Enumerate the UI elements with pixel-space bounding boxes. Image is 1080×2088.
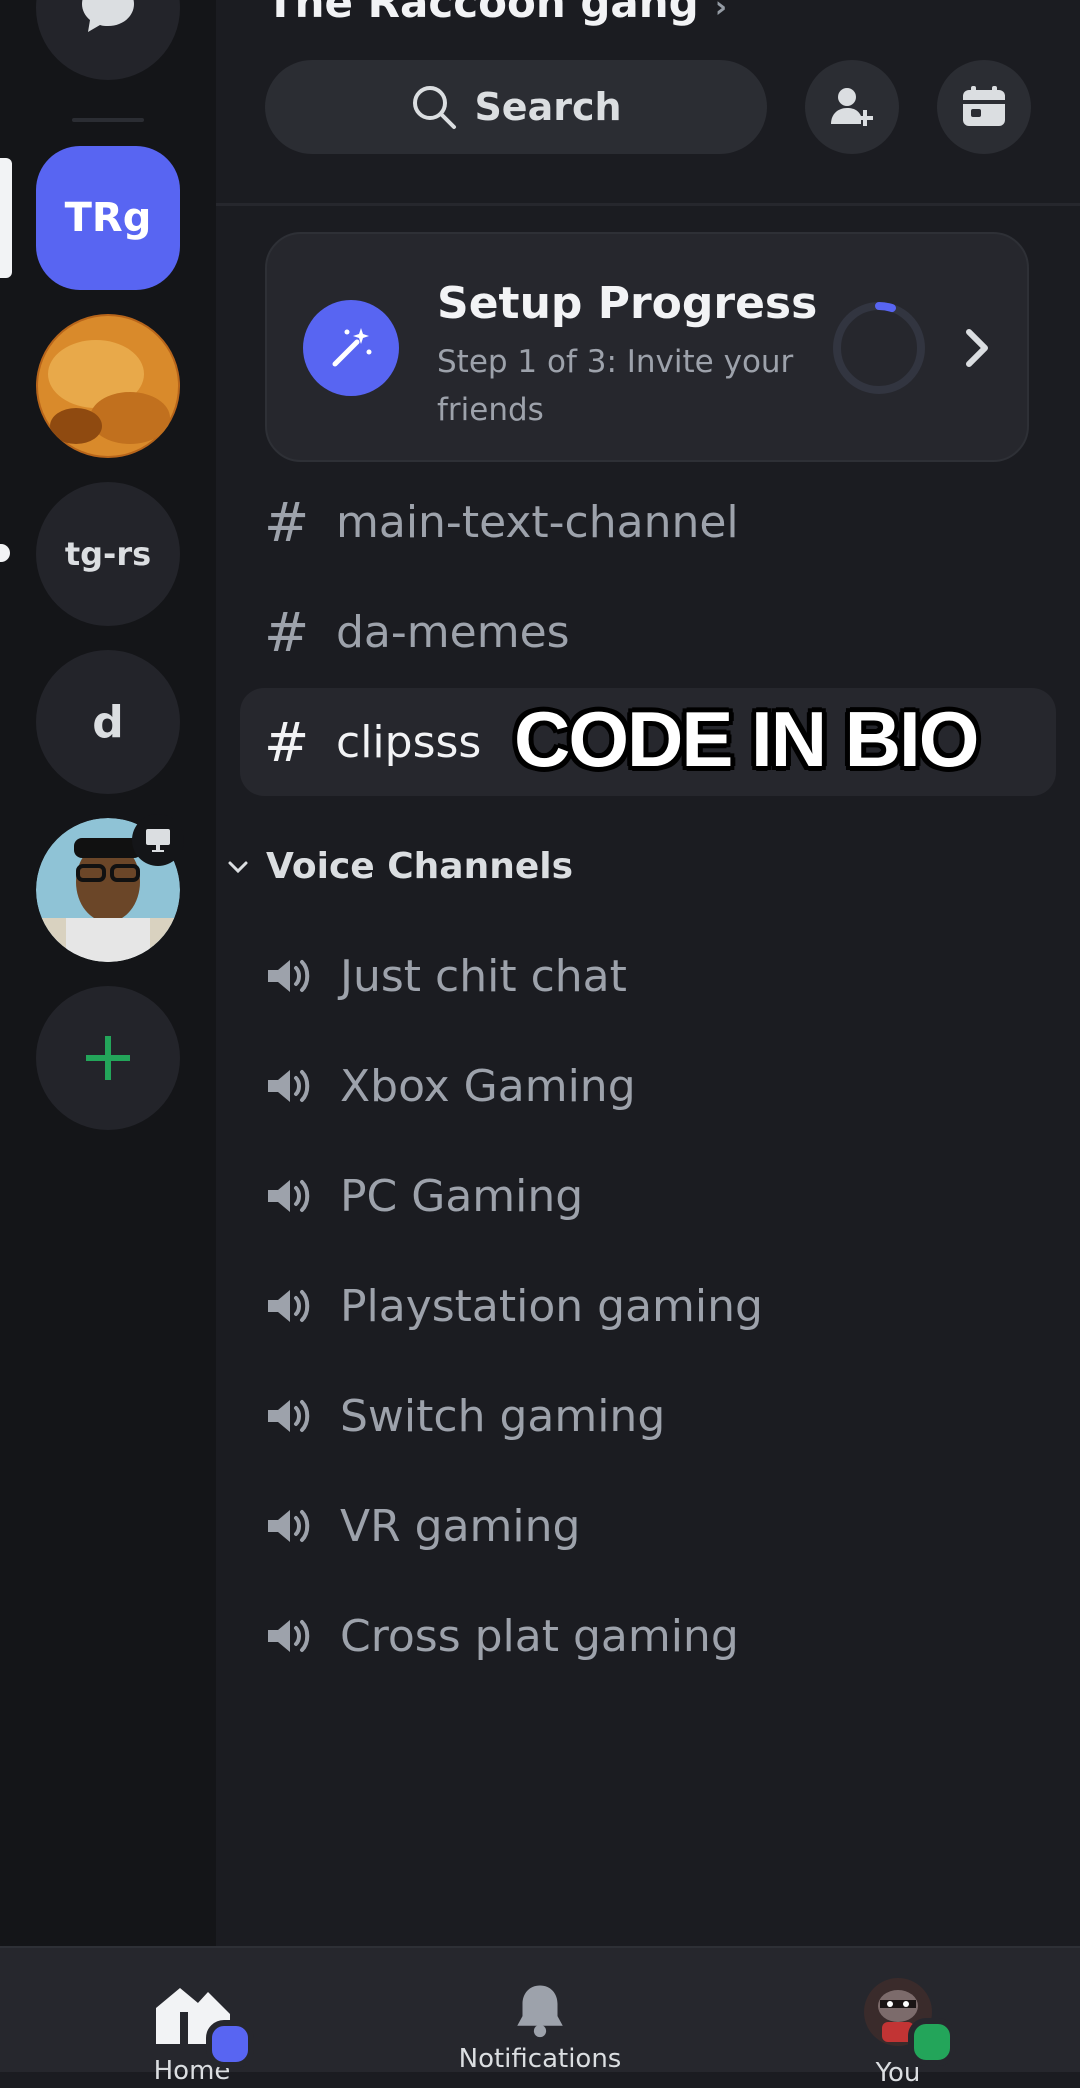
voice-channel-item[interactable]: Cross plat gaming [264,1588,739,1684]
monitor-icon [146,829,170,852]
server-tg-rs[interactable]: tg-rs [36,482,180,626]
voice-channel-item[interactable]: PC Gaming [264,1148,583,1244]
add-server-button[interactable] [36,986,180,1130]
chevron-right-icon: › [714,0,728,25]
voice-channel-item[interactable]: VR gaming [264,1478,580,1574]
voice-channel-label: Playstation gaming [340,1280,763,1332]
online-status-badge [908,2018,956,2066]
voice-channel-item[interactable]: Playstation gaming [264,1258,763,1354]
invite-members-button[interactable] [805,60,899,154]
setup-title: Setup Progress [437,278,818,329]
nav-notifications[interactable]: Notifications [440,1948,640,2074]
search-icon [413,86,457,129]
search-button[interactable]: Search [265,60,767,154]
server-d[interactable]: d [36,650,180,794]
progress-ring [833,302,925,394]
speaker-icon [268,1510,310,1542]
chat-bubble-icon [82,0,134,32]
voice-channel-label: Just chit chat [340,950,627,1002]
voice-channel-item[interactable]: Xbox Gaming [264,1038,636,1134]
server-cartoon-avatar[interactable] [36,814,184,962]
voice-channel-item[interactable]: Switch gaming [264,1368,665,1464]
screen-share-badge [132,814,184,866]
voice-category-label: Voice Channels [266,846,574,887]
hash-icon: # [264,600,310,664]
unread-indicator [0,544,10,562]
voice-channel-label: Switch gaming [340,1390,666,1442]
server-potato-avatar[interactable] [36,314,180,458]
speaker-icon [268,1180,310,1212]
speaker-icon [268,960,310,992]
magic-wand-icon [332,328,372,367]
server-name-header[interactable]: The Raccoon gang › [266,0,727,27]
voice-category-header[interactable]: Voice Channels [224,846,573,887]
bottom-nav: Home Notifications You [0,1946,1080,2088]
nav-home[interactable]: Home [92,1948,292,2086]
plus-icon [86,1036,130,1080]
chevron-right-icon [966,329,988,367]
speaker-icon [268,1620,310,1652]
channel-da-memes[interactable]: # da-memes [240,578,1056,686]
nav-you[interactable]: You [798,1948,998,2088]
channel-label: clipsss [336,716,482,768]
hash-icon: # [264,710,310,774]
nav-notifications-label: Notifications [458,2044,622,2074]
server-tg-rs-label: tg-rs [64,535,152,573]
home-badge [206,2020,254,2068]
channel-panel: The Raccoon gang › Search Setup Progress … [216,0,1080,1946]
speaker-icon [268,1400,310,1432]
channel-main-text-channel[interactable]: # main-text-channel [240,468,1056,576]
direct-messages-button[interactable] [36,0,180,80]
channel-label: main-text-channel [336,496,739,548]
voice-channel-item[interactable]: Just chit chat [264,928,627,1024]
voice-channel-label: VR gaming [340,1500,581,1552]
header-divider [216,203,1080,206]
chevron-down-icon [228,861,248,873]
events-button[interactable] [937,60,1031,154]
calendar-icon [963,86,1005,126]
channel-label: da-memes [336,606,570,658]
server-name: The Raccoon gang [266,0,699,27]
server-trg[interactable]: TRg [36,146,180,290]
voice-channel-label: Cross plat gaming [340,1610,739,1662]
setup-subtitle: Step 1 of 3: Invite your friends [437,344,794,428]
bell-icon [517,1985,563,2038]
server-d-label: d [92,696,124,748]
setup-progress-card[interactable]: Setup Progress Step 1 of 3: Invite your … [265,232,1029,462]
add-user-icon [831,88,873,126]
server-image-icon [36,314,180,458]
nav-you-label: You [875,2058,921,2088]
search-label: Search [474,85,622,129]
voice-channel-label: Xbox Gaming [340,1060,636,1112]
setup-icon-badge [303,300,399,396]
rail-divider [72,118,144,122]
overlay-caption: CODE IN BIO [514,695,979,783]
server-rail: TRg tg-rs d [0,0,216,1946]
speaker-icon [268,1070,310,1102]
voice-channel-label: PC Gaming [340,1170,584,1222]
active-server-indicator [0,158,12,278]
hash-icon: # [264,490,310,554]
server-trg-label: TRg [64,195,152,241]
speaker-icon [268,1290,310,1322]
